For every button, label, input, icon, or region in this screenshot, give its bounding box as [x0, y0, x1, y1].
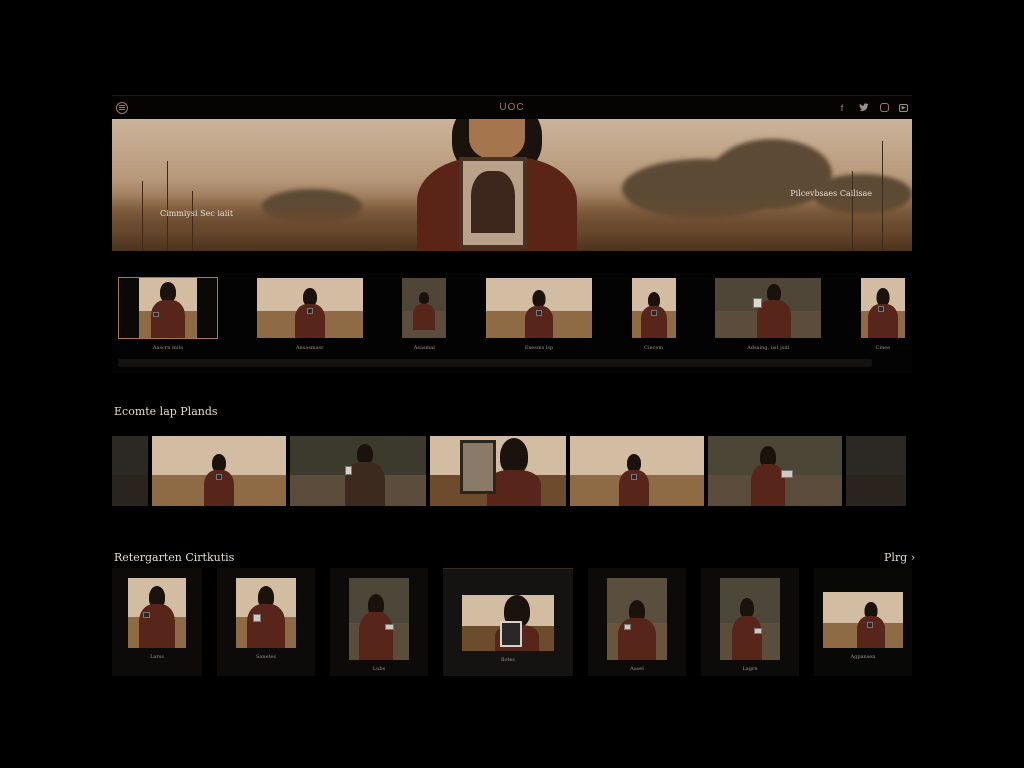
app-window: UOC f ▶ Cimmiysi Sec iaiit Pilcevbsaes C… — [112, 95, 912, 373]
gallery-item[interactable] — [708, 436, 842, 506]
strip-item[interactable]: Exesms lsp — [485, 277, 593, 351]
strip-caption: Ciecem — [644, 345, 664, 351]
card[interactable]: Sanetes — [217, 568, 315, 676]
strip-item[interactable]: Ansasmasr — [256, 277, 364, 351]
card-image — [462, 595, 554, 651]
card-caption: Lagrn — [742, 666, 758, 672]
photo-gallery — [112, 436, 912, 506]
hero-caption-left: Cimmiysi Sec iaiit — [160, 209, 234, 218]
card-caption: Sanetes — [255, 654, 277, 660]
strip-item[interactable]: Ciecem — [631, 277, 677, 351]
strip-thumbnail — [631, 277, 677, 339]
card-image — [349, 578, 409, 660]
site-logo[interactable]: UOC — [499, 102, 524, 113]
card-caption: Agpansen — [850, 654, 876, 660]
card-image — [720, 578, 780, 660]
card[interactable]: Agpansen — [814, 568, 912, 676]
youtube-icon[interactable]: ▶ — [899, 103, 908, 112]
hero-figure — [407, 119, 587, 251]
strip-caption: Cinee — [875, 345, 891, 351]
chevron-right-icon: › — [910, 551, 916, 564]
menu-icon[interactable] — [116, 101, 128, 114]
section-title: Retergarten Cirtkutis — [114, 551, 235, 564]
strip-thumbnail — [860, 277, 906, 339]
strip-item[interactable]: Asasmal — [401, 277, 447, 351]
gallery-item[interactable] — [846, 436, 906, 506]
twitter-bird-icon[interactable] — [858, 102, 870, 114]
see-more-label: Plrg — [884, 551, 908, 564]
strip-thumbnail — [256, 277, 364, 339]
strip-item[interactable]: Cinee — [860, 277, 906, 351]
social-links: f ▶ — [836, 102, 908, 114]
strip-thumbnail — [485, 277, 593, 339]
card-image — [236, 578, 296, 648]
card[interactable]: Lubs — [330, 568, 428, 676]
gallery-item[interactable] — [290, 436, 426, 506]
see-more-link[interactable]: Plrg › — [884, 551, 915, 564]
card[interactable]: Larss — [112, 568, 202, 676]
card-caption: Ilotes — [500, 657, 516, 663]
card-featured[interactable]: Ilotes — [443, 568, 573, 676]
strip-thumbnail — [118, 277, 218, 339]
strip-caption: Adsaing, iist jsitl — [747, 345, 790, 351]
card-image — [823, 592, 903, 648]
strip-caption: Asasmal — [413, 345, 435, 351]
card-row: Larss Sanetes Lubs Ilotes Aasel Lagrn Ag… — [112, 568, 912, 676]
strip-caption: Ansasmasr — [295, 345, 324, 351]
instagram-icon[interactable] — [880, 103, 889, 112]
strip-thumbnail — [714, 277, 822, 339]
section-title: Ecomte lap Plands — [114, 405, 218, 418]
card-caption: Aasel — [630, 666, 644, 672]
strip-item[interactable]: Adsaing, iist jsitl — [714, 277, 822, 351]
hero-caption-right: Pilcevbsaes Cailisae — [790, 189, 872, 198]
top-bar: UOC f ▶ — [112, 95, 912, 119]
card-caption: Lubs — [372, 666, 386, 672]
gallery-item[interactable] — [152, 436, 286, 506]
card-image — [128, 578, 186, 648]
strip-caption: Aascrn lnits — [152, 345, 184, 351]
card-image — [607, 578, 667, 660]
strip-thumbnail — [401, 277, 447, 339]
strip-scrollbar[interactable] — [118, 359, 872, 367]
card-caption: Larss — [150, 654, 164, 660]
facebook-icon[interactable]: f — [836, 102, 848, 114]
gallery-item[interactable] — [430, 436, 566, 506]
gallery-item[interactable] — [112, 436, 148, 506]
strip-caption: Exesms lsp — [524, 345, 554, 351]
photo-frame — [459, 157, 527, 249]
thumbnail-strip: Aascrn lnits Ansasmasr Asasmal Exesms ls… — [112, 273, 912, 373]
strip-item[interactable]: Aascrn lnits — [118, 277, 218, 351]
card[interactable]: Lagrn — [701, 568, 799, 676]
hero-banner[interactable]: Cimmiysi Sec iaiit Pilcevbsaes Cailisae — [112, 119, 912, 251]
card[interactable]: Aasel — [588, 568, 686, 676]
gallery-item[interactable] — [570, 436, 704, 506]
